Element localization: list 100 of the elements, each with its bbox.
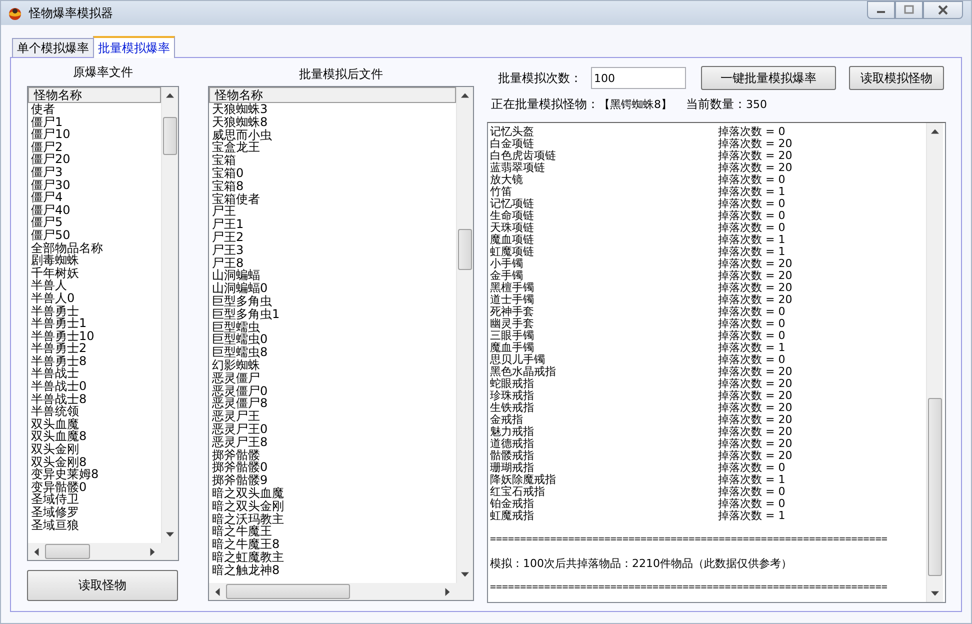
list-item[interactable]: 天狼蜘蛛8	[212, 116, 456, 129]
list-item[interactable]: 恶灵僵尸0	[212, 384, 456, 398]
list-item[interactable]: 圣域修罗	[31, 506, 161, 519]
list-item[interactable]: 宝盒龙王	[212, 141, 456, 154]
column-header[interactable]: 怪物名称	[28, 87, 161, 103]
list-item[interactable]: 暗之沃玛教主	[212, 512, 456, 526]
list-item[interactable]: 僵尸40	[31, 204, 161, 216]
list-item[interactable]: 变异史莱姆8	[31, 468, 161, 481]
list-item[interactable]: 巨型蠕虫8	[212, 346, 456, 359]
list-item[interactable]: 半兽战士8	[31, 392, 161, 406]
down-arrow-icon[interactable]	[166, 532, 174, 537]
list-item[interactable]: 尸王2	[212, 230, 456, 244]
vertical-scrollbar[interactable]	[456, 87, 473, 583]
list-item[interactable]: 双头金刚	[31, 443, 161, 456]
up-arrow-icon[interactable]	[461, 93, 469, 98]
list-item[interactable]: 僵尸3	[31, 166, 161, 179]
list-item[interactable]: 尸王8	[212, 256, 456, 270]
list-item[interactable]: 尸王	[212, 205, 456, 218]
list-item[interactable]: 半兽勇士10	[31, 330, 161, 342]
close-button[interactable]	[923, 1, 963, 19]
list-item[interactable]: 僵尸1	[31, 116, 161, 128]
list-item[interactable]: 半兽勇士1	[31, 317, 161, 330]
down-arrow-icon[interactable]	[931, 591, 939, 596]
list-item[interactable]: 圣域侍卫	[31, 493, 161, 506]
list-item[interactable]: 剧毒蜘蛛	[31, 254, 161, 267]
list-item[interactable]: 山洞蝙蝠0	[212, 282, 456, 295]
list-item[interactable]: 尸王1	[212, 218, 456, 231]
list-item[interactable]: 千年树妖	[31, 266, 161, 280]
list-item[interactable]: 恶灵尸王	[212, 410, 456, 423]
list-item[interactable]: 暗之虹魔教主	[212, 550, 456, 564]
list-item[interactable]: 僵尸5	[31, 216, 161, 229]
up-arrow-icon[interactable]	[931, 129, 939, 134]
list-item[interactable]: 半兽战士	[31, 367, 161, 380]
list-item[interactable]: 掷斧骷髅9	[212, 474, 456, 487]
tab[interactable]: 单个模拟爆率	[12, 38, 94, 57]
scroll-thumb[interactable]	[928, 398, 942, 576]
list-item[interactable]: 半兽勇士	[31, 304, 161, 318]
list-item[interactable]: 掷斧骷髅0	[212, 461, 456, 474]
list-item[interactable]: 巨型蠕虫	[212, 320, 456, 334]
list-item[interactable]: 宝箱8	[212, 180, 456, 193]
list-item[interactable]: 恶灵尸王0	[212, 422, 456, 436]
list-item[interactable]: 僵尸4	[31, 191, 161, 204]
horizontal-scrollbar[interactable]	[28, 543, 161, 560]
minimize-button[interactable]	[867, 1, 895, 19]
list-item[interactable]: 双头血魔	[31, 418, 161, 430]
list-item[interactable]: 半兽勇士8	[31, 354, 161, 368]
read-simulated-button[interactable]: 读取模拟怪物	[849, 66, 944, 90]
maximize-button[interactable]	[895, 1, 923, 19]
list-item[interactable]: 宝箱0	[212, 166, 456, 180]
right-arrow-icon[interactable]	[445, 588, 450, 596]
read-monsters-button[interactable]: 读取怪物	[27, 570, 178, 601]
tab[interactable]: 批量模拟爆率	[93, 36, 175, 58]
vertical-scrollbar[interactable]	[926, 123, 943, 602]
list-item[interactable]: 半兽人	[31, 279, 161, 292]
list-item[interactable]: 全部物品名称	[31, 242, 161, 254]
list-item[interactable]: 天狼蜘蛛3	[212, 103, 456, 116]
list-item[interactable]: 巨型多角虫	[212, 294, 456, 308]
list-item[interactable]: 半兽统领	[31, 405, 161, 418]
list-item[interactable]: 宝箱使者	[212, 192, 456, 206]
list-item[interactable]: 圣域亘狼	[31, 518, 161, 532]
count-input[interactable]: 100	[591, 67, 686, 89]
batch-simulate-button[interactable]: 一键批量模拟爆率	[701, 66, 836, 90]
list-item[interactable]: 僵尸30	[31, 178, 161, 192]
list-item[interactable]: 恶灵僵尸8	[212, 397, 456, 410]
list-item[interactable]: 暗之牛魔王	[212, 525, 456, 538]
list-item[interactable]: 半兽战士0	[31, 380, 161, 393]
list-item[interactable]: 暗之双头血魔	[212, 486, 456, 500]
list-item[interactable]: 宝箱	[212, 154, 456, 167]
left-arrow-icon[interactable]	[34, 548, 39, 556]
list-item[interactable]: 半兽勇士2	[31, 342, 161, 355]
left-arrow-icon[interactable]	[215, 588, 220, 596]
list-item[interactable]: 双头金刚8	[31, 456, 161, 468]
list-item[interactable]: 僵尸20	[31, 153, 161, 166]
scroll-thumb[interactable]	[163, 116, 177, 155]
scroll-thumb[interactable]	[226, 584, 350, 599]
list-item[interactable]: 僵尸50	[31, 228, 161, 242]
list-item[interactable]: 双头血魔8	[31, 430, 161, 444]
list-item[interactable]: 山洞蝙蝠	[212, 269, 456, 282]
list-item[interactable]: 巨型多角虫1	[212, 308, 456, 321]
vertical-scrollbar[interactable]	[161, 87, 178, 543]
up-arrow-icon[interactable]	[166, 93, 174, 98]
list-item[interactable]: 半兽人0	[31, 292, 161, 304]
list-item[interactable]: 尸王3	[212, 244, 456, 257]
scroll-thumb[interactable]	[458, 228, 472, 270]
list-item[interactable]: 变异骷髅0	[31, 480, 161, 494]
list-item[interactable]: 使者	[31, 103, 161, 116]
down-arrow-icon[interactable]	[461, 572, 469, 577]
list-item[interactable]: 暗之牛魔王8	[212, 538, 456, 551]
list-item[interactable]: 幻影蜘蛛	[212, 358, 456, 372]
horizontal-scrollbar[interactable]	[209, 583, 456, 600]
right-arrow-icon[interactable]	[150, 548, 155, 556]
list-item[interactable]: 恶灵尸王8	[212, 436, 456, 449]
list-item[interactable]: 恶灵僵尸	[212, 372, 456, 385]
scroll-thumb[interactable]	[45, 544, 90, 559]
list-item[interactable]: 暗之双头金刚	[212, 500, 456, 512]
list-item[interactable]: 巨型蠕虫0	[212, 333, 456, 346]
list-item[interactable]: 僵尸10	[31, 128, 161, 141]
column-header[interactable]: 怪物名称	[209, 87, 456, 103]
list-item[interactable]: 掷斧骷髅	[212, 448, 456, 462]
list-item[interactable]: 僵尸2	[31, 140, 161, 154]
